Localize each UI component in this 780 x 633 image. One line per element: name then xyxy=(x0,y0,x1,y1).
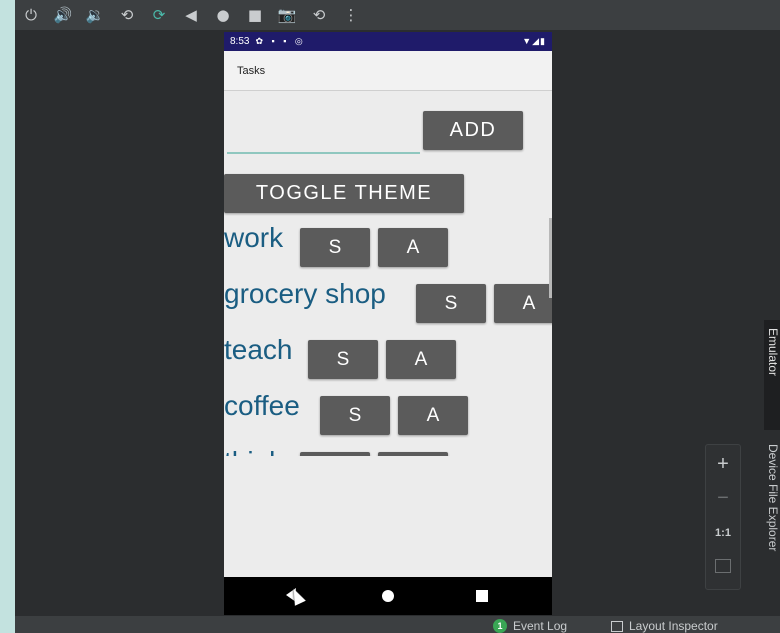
task-list[interactable]: workSAgrocery shopSAteachSAcoffeeSAthink… xyxy=(224,218,552,456)
zoom-in-button[interactable]: + xyxy=(706,453,740,476)
toggle-theme-button[interactable]: TOGGLE THEME xyxy=(224,174,464,213)
task-row: think S A xyxy=(224,442,552,456)
add-button[interactable]: ADD xyxy=(423,111,523,150)
task-s-button[interactable]: S xyxy=(300,452,370,456)
task-input[interactable] xyxy=(227,122,420,154)
task-a-button[interactable]: A xyxy=(494,284,552,323)
task-label: work xyxy=(224,222,284,253)
layout-inspector-label: Layout Inspector xyxy=(629,619,718,633)
app-title: Tasks xyxy=(237,65,266,77)
event-log-label: Event Log xyxy=(513,619,568,633)
phone-status-bar: 8:53 ✿ ▪ ▪ ◎ ▼◢▮ xyxy=(224,32,552,51)
rotate-left-icon[interactable]: ⟲ xyxy=(117,5,137,25)
event-count-badge: 1 xyxy=(493,619,507,633)
task-s-button[interactable]: S xyxy=(320,396,390,435)
emulator-toolbar: ⏻ 🔊 🔉 ⟲ ⟳ ◀ ● ■ 📷 ⟲ ⋮ xyxy=(15,0,780,30)
status-time: 8:53 xyxy=(230,36,250,47)
zoom-fit-icon[interactable] xyxy=(715,559,731,573)
app-bar: Tasks xyxy=(224,51,552,91)
status-notification-icons: ✿ ▪ ▪ ◎ xyxy=(255,36,306,46)
task-s-button[interactable]: S xyxy=(308,340,378,379)
layout-inspector-button[interactable]: Layout Inspector xyxy=(611,619,718,633)
snapshot-icon[interactable]: ⟲ xyxy=(309,5,329,25)
nav-recents-icon[interactable] xyxy=(476,590,488,602)
nav-home-icon[interactable] xyxy=(382,590,394,602)
task-row: teach S A xyxy=(224,330,552,386)
scrollbar[interactable] xyxy=(549,218,552,298)
power-icon[interactable]: ⏻ xyxy=(21,5,41,25)
right-tool-strip: Emulator Device File Explorer xyxy=(764,300,780,620)
volume-down-icon[interactable]: 🔉 xyxy=(85,5,105,25)
zoom-actual-size-button[interactable]: 1:1 xyxy=(706,527,740,539)
emulator-screen[interactable]: 8:53 ✿ ▪ ▪ ◎ ▼◢▮ Tasks ADD TOGGLE THEME … xyxy=(224,32,552,615)
zoom-controls: + − 1:1 xyxy=(705,444,741,590)
event-log-button[interactable]: 1 Event Log xyxy=(493,619,567,633)
ide-status-bar: 1 Event Log Layout Inspector xyxy=(15,615,780,633)
back-icon[interactable]: ◀ xyxy=(181,5,201,25)
status-signal-battery-icon: ▼◢▮ xyxy=(522,36,546,46)
android-studio-window: ⏻ 🔊 🔉 ⟲ ⟳ ◀ ● ■ 📷 ⟲ ⋮ 8:53 ✿ ▪ ▪ ◎ ▼◢▮ Tasks ADD T… xyxy=(15,0,780,633)
task-s-button[interactable]: S xyxy=(416,284,486,323)
home-icon[interactable]: ● xyxy=(213,5,233,25)
more-icon[interactable]: ⋮ xyxy=(341,5,361,25)
task-label: grocery shop xyxy=(224,278,386,309)
task-row: coffee S A xyxy=(224,386,552,442)
task-s-button[interactable]: S xyxy=(300,228,370,267)
emulator-tab[interactable]: Emulator xyxy=(764,320,780,430)
android-nav-bar xyxy=(224,577,552,615)
task-a-button[interactable]: A xyxy=(386,340,456,379)
screenshot-icon[interactable]: 📷 xyxy=(277,5,297,25)
task-a-button[interactable]: A xyxy=(378,452,448,456)
rotate-right-icon[interactable]: ⟳ xyxy=(149,5,169,25)
volume-up-icon[interactable]: 🔊 xyxy=(53,5,73,25)
zoom-out-button[interactable]: − xyxy=(706,487,740,510)
device-file-explorer-tab[interactable]: Device File Explorer xyxy=(764,440,780,610)
task-a-button[interactable]: A xyxy=(398,396,468,435)
task-label: coffee xyxy=(224,390,300,421)
task-label: think xyxy=(224,446,283,456)
task-row: work S A xyxy=(224,218,552,274)
task-a-button[interactable]: A xyxy=(378,228,448,267)
task-label: teach xyxy=(224,334,293,365)
task-row: grocery shop S A xyxy=(224,274,552,330)
overview-icon[interactable]: ■ xyxy=(245,5,265,25)
layout-inspector-icon xyxy=(611,620,623,632)
